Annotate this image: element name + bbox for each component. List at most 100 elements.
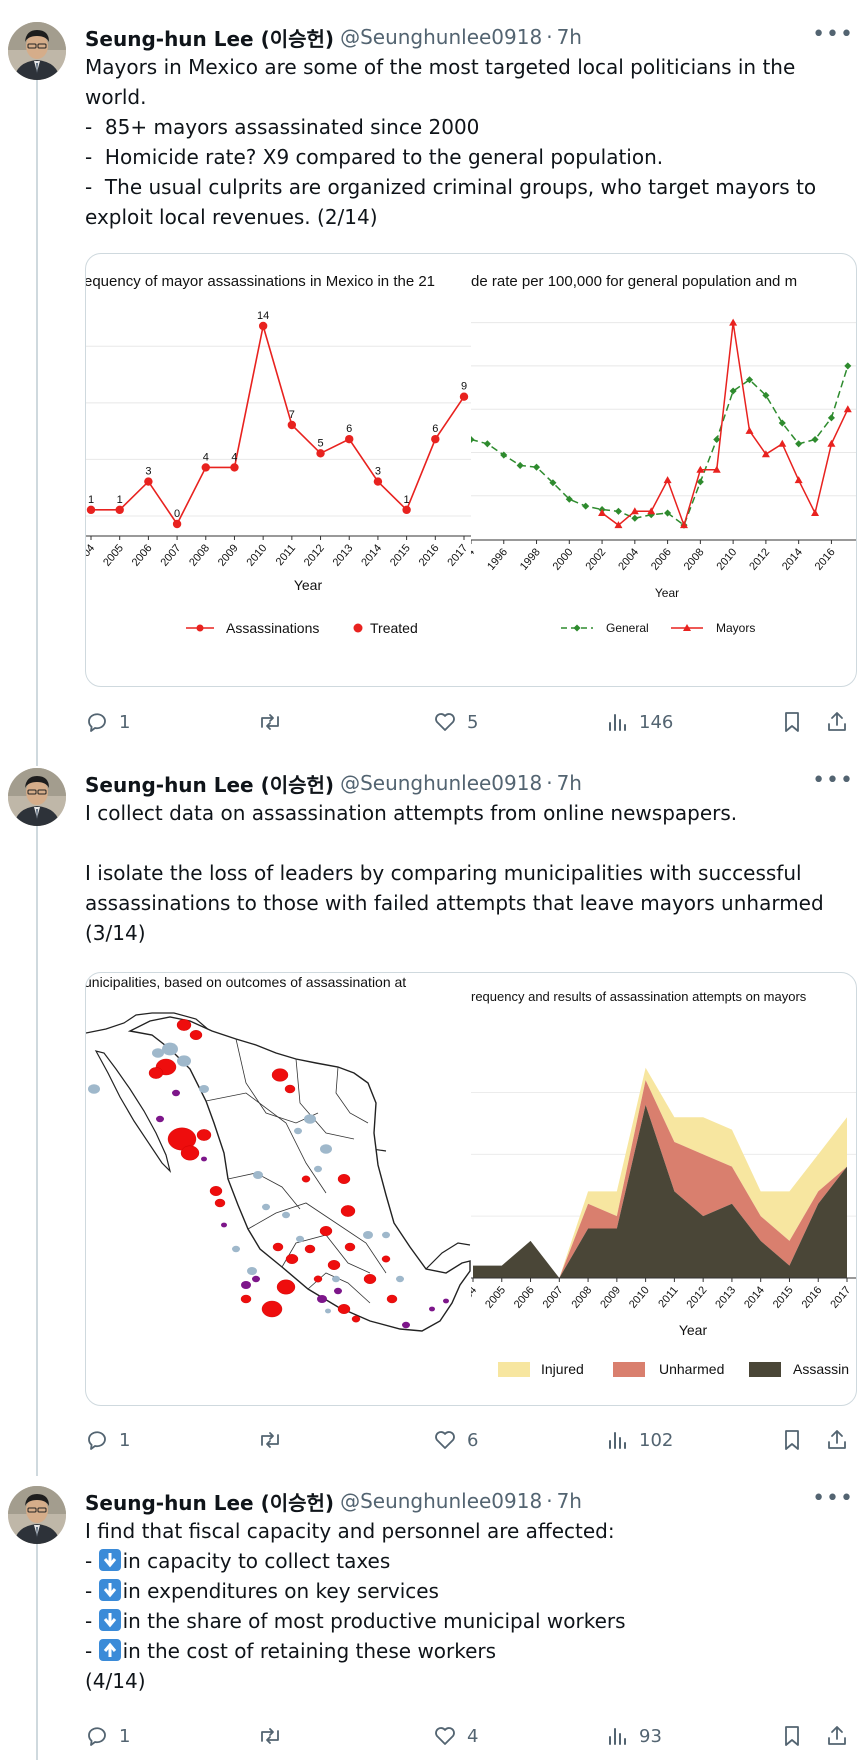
reply-icon: [88, 1431, 106, 1450]
data-point: [663, 476, 672, 484]
reply-button[interactable]: 1: [85, 710, 130, 734]
x-tick-label: 2005: [101, 542, 126, 568]
municipality-red: [271, 1068, 289, 1082]
reply-icon: [88, 1727, 106, 1746]
views-button[interactable]: 102: [605, 1428, 673, 1452]
municipality-purple: [241, 1281, 251, 1289]
x-tick-label: 2010: [627, 1284, 652, 1310]
bookmark-button[interactable]: [780, 1428, 804, 1452]
separator-dot: ·: [546, 1489, 553, 1513]
x-tick-label: 2017: [445, 542, 470, 568]
repost-button[interactable]: [257, 1724, 283, 1748]
display-name[interactable]: Seung-hun Lee (이승헌): [85, 1487, 334, 1516]
data-point: [345, 434, 354, 444]
municipality-purple: [334, 1287, 342, 1295]
share-button[interactable]: [825, 710, 849, 734]
municipality-blue: [396, 1275, 404, 1283]
display-name[interactable]: Seung-hun Lee (이승헌): [85, 23, 334, 52]
tweet[interactable]: Seung-hun Lee (이승헌) @Seunghunlee0918 · 7…: [0, 22, 864, 734]
more-options-icon[interactable]: •••: [812, 1488, 854, 1510]
municipality-red: [189, 1030, 203, 1041]
x-tick-label: 2005: [483, 1284, 508, 1310]
handle[interactable]: @Seunghunlee0918: [340, 25, 542, 49]
chart-title: equency of mayor assassinations in Mexic…: [86, 273, 435, 290]
data-point: [201, 463, 210, 472]
media-chart-pair[interactable]: equency of mayor assassinations in Mexic…: [85, 253, 857, 687]
data-point: [745, 426, 754, 434]
repost-button[interactable]: [257, 710, 283, 734]
share-button[interactable]: [825, 1724, 849, 1748]
bullet-text: in the share of most productive municipa…: [122, 1609, 626, 1633]
tweet[interactable]: Seung-hun Lee (이승헌) @Seunghunlee0918 · 7…: [0, 768, 864, 1468]
more-options-icon[interactable]: •••: [812, 770, 854, 792]
views-button[interactable]: 93: [605, 1724, 662, 1748]
view-count: 102: [639, 1429, 674, 1451]
repost-button[interactable]: [257, 1428, 283, 1452]
x-tick-label: 2016: [800, 1284, 825, 1310]
tweet-line: I isolate the loss of leaders by compari…: [85, 861, 802, 885]
reply-button[interactable]: 1: [85, 1428, 130, 1452]
display-name[interactable]: Seung-hun Lee (이승헌): [85, 769, 334, 798]
avatar[interactable]: [8, 1486, 66, 1544]
up-arrow-icon: [98, 1639, 121, 1661]
reply-icon: [88, 713, 106, 732]
avatar[interactable]: [8, 22, 66, 80]
x-tick-label: 2009: [216, 542, 241, 568]
data-label: 4: [203, 451, 209, 463]
municipality-red: [313, 1275, 323, 1283]
more-options-icon[interactable]: •••: [812, 24, 854, 46]
handle[interactable]: @Seunghunlee0918: [340, 771, 542, 795]
views-button[interactable]: 146: [605, 710, 673, 734]
data-point: [582, 502, 590, 510]
municipality-red: [180, 1145, 200, 1161]
like-button[interactable]: 5: [433, 710, 478, 734]
timestamp[interactable]: 7h: [557, 771, 582, 795]
bookmark-button[interactable]: [780, 1724, 804, 1748]
reply-button[interactable]: 1: [85, 1724, 130, 1748]
x-axis-label: Year: [294, 577, 323, 593]
timestamp[interactable]: 7h: [557, 1489, 582, 1513]
municipality-blue: [332, 1275, 340, 1283]
municipality-red: [304, 1244, 316, 1254]
handle[interactable]: @Seunghunlee0918: [340, 1489, 542, 1513]
chart-attempt-results: requency and results of assassination at…: [471, 989, 856, 1377]
x-tick-label: 2014: [780, 546, 805, 572]
municipality-purple: [402, 1321, 410, 1329]
x-tick-label: 2006: [130, 542, 155, 568]
data-point: [827, 439, 836, 447]
municipality-blue: [382, 1231, 390, 1239]
x-tick-label: 2016: [813, 546, 838, 572]
down-arrow-icon: [98, 1579, 121, 1601]
data-point: [172, 519, 182, 529]
data-point: [86, 505, 96, 515]
tweet-line: [85, 828, 855, 858]
like-button[interactable]: 6: [433, 1428, 478, 1452]
x-tick-label: 04: [86, 542, 97, 559]
bookmark-icon: [785, 1430, 799, 1450]
x-tick-label: 2012: [302, 542, 327, 568]
share-button[interactable]: [825, 1428, 849, 1452]
media-map-chart-pair[interactable]: unicipalities, based on outcomes of assa…: [85, 972, 857, 1406]
views-icon: [609, 1728, 626, 1745]
municipality-purple: [201, 1156, 207, 1162]
data-point: [431, 434, 440, 444]
tweet-line: - 85+ mayors assassinated since 2000: [85, 115, 480, 139]
data-label: 7: [289, 409, 295, 421]
legend-label: General: [606, 621, 649, 635]
tweet-line: I find that fiscal capacity and personne…: [85, 1519, 615, 1543]
x-tick-label: 2014: [359, 542, 384, 568]
bullet-dash: -: [85, 1549, 99, 1573]
x-tick-label: 2004: [616, 546, 641, 572]
views-icon: [609, 1432, 626, 1449]
timestamp[interactable]: 7h: [557, 25, 582, 49]
data-label: 14: [257, 310, 269, 322]
x-tick-label: 2008: [682, 546, 707, 572]
tweet[interactable]: Seung-hun Lee (이승헌) @Seunghunlee0918 · 7…: [0, 1486, 864, 1756]
chart-title: requency and results of assassination at…: [471, 989, 807, 1004]
x-tick-label: 2006: [649, 546, 674, 572]
data-point: [778, 419, 786, 427]
bookmark-button[interactable]: [780, 710, 804, 734]
data-label: 1: [404, 494, 410, 506]
avatar[interactable]: [8, 768, 66, 826]
like-button[interactable]: 4: [433, 1724, 478, 1748]
